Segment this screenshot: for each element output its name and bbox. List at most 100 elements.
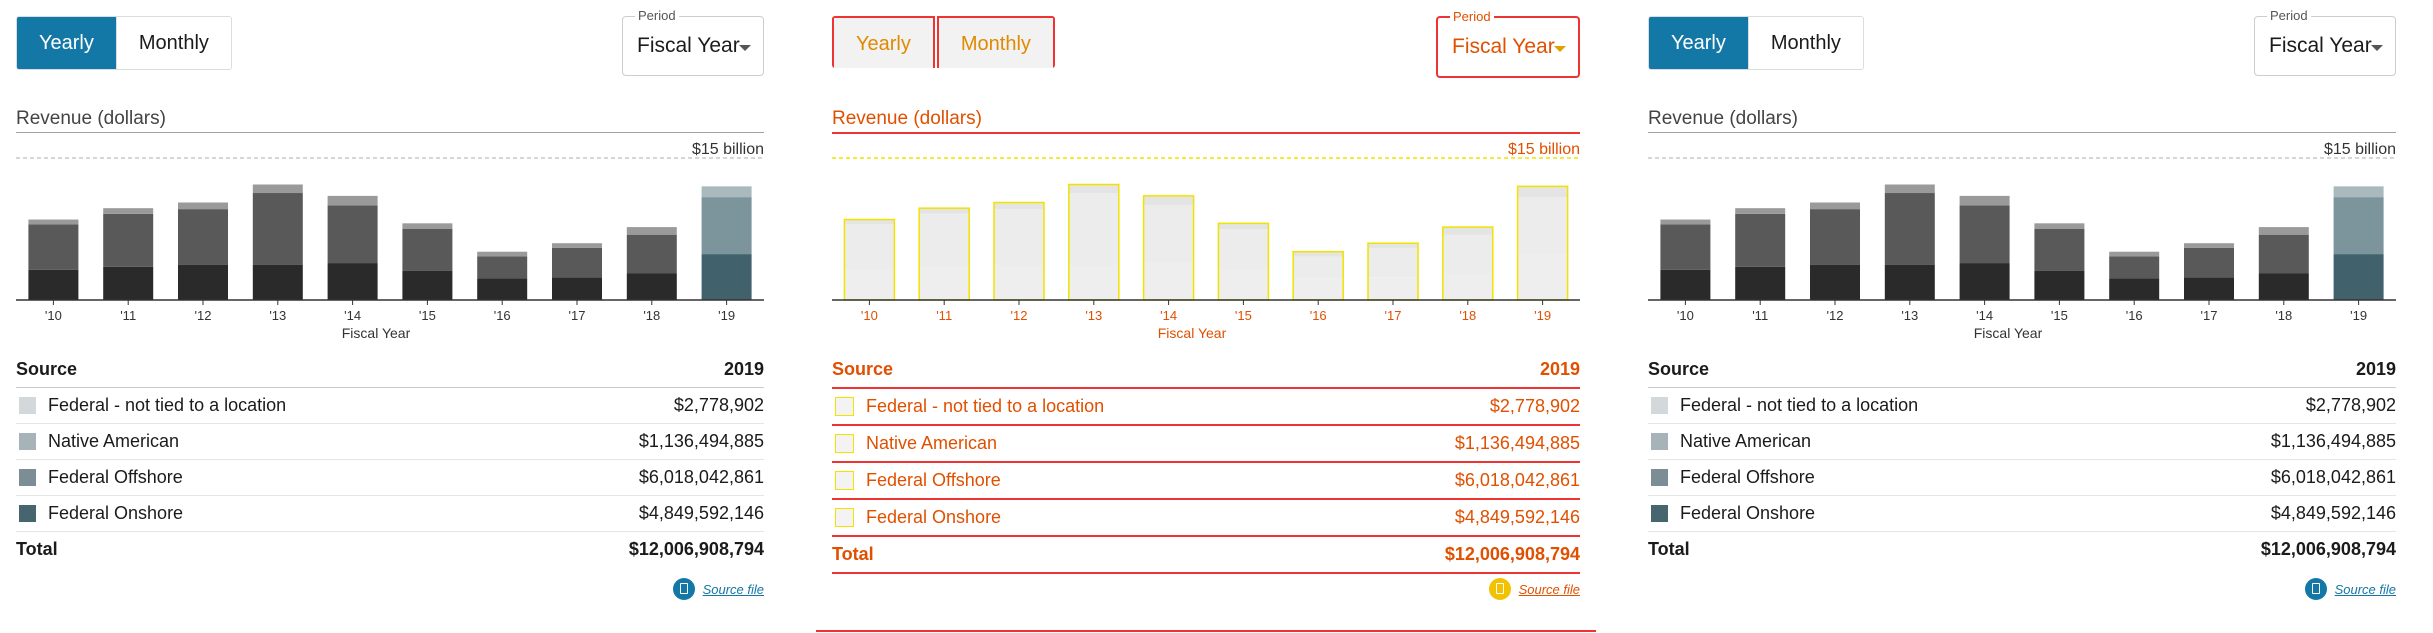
bar-segment[interactable] xyxy=(327,263,378,300)
bar-segment[interactable] xyxy=(327,195,378,206)
monthly-button[interactable]: Monthly xyxy=(115,17,231,69)
bar-segment[interactable] xyxy=(994,202,1044,210)
bar-segment[interactable] xyxy=(1143,263,1194,300)
yearly-button[interactable]: Yearly xyxy=(1649,17,1748,69)
bar-segment[interactable] xyxy=(1959,195,2010,206)
max-value-label: $15 billion xyxy=(2324,141,2396,158)
bar-segment[interactable] xyxy=(252,193,303,265)
bar-segment[interactable] xyxy=(1884,264,1935,300)
bar-segment[interactable] xyxy=(1959,263,2010,300)
bar-segment[interactable] xyxy=(28,269,79,300)
bar-segment[interactable] xyxy=(2184,277,2234,300)
bar-segment[interactable] xyxy=(552,247,602,278)
period-select[interactable]: Period Fiscal Year xyxy=(1436,9,1580,78)
bar-segment[interactable] xyxy=(1660,224,1711,270)
bar-segment[interactable] xyxy=(103,266,154,300)
bar-segment[interactable] xyxy=(252,184,303,194)
bar-segment[interactable] xyxy=(1884,184,1935,194)
bar-segment[interactable] xyxy=(1517,186,1568,198)
bar-segment[interactable] xyxy=(994,264,1044,300)
bar-segment[interactable] xyxy=(1735,213,1786,267)
bar-segment[interactable] xyxy=(2333,186,2384,198)
bar-segment[interactable] xyxy=(2258,227,2309,235)
period-select[interactable]: Period Fiscal Year xyxy=(2254,8,2396,76)
bar-segment[interactable] xyxy=(844,224,895,270)
bar-segment[interactable] xyxy=(2258,273,2309,300)
monthly-button[interactable]: Monthly xyxy=(936,16,1055,68)
bar-segment[interactable] xyxy=(2034,270,2085,300)
bar-segment[interactable] xyxy=(1884,193,1935,265)
bar-segment[interactable] xyxy=(844,269,895,300)
bar-segment[interactable] xyxy=(1068,193,1119,265)
bar-segment[interactable] xyxy=(2184,247,2234,278)
bar-segment[interactable] xyxy=(2109,251,2160,257)
bar-segment[interactable] xyxy=(1143,205,1194,264)
bar-segment[interactable] xyxy=(28,224,79,270)
bar-segment[interactable] xyxy=(919,208,970,214)
bar-segment[interactable] xyxy=(2034,229,2085,271)
bar-segment[interactable] xyxy=(402,223,453,229)
bar-segment[interactable] xyxy=(178,202,228,210)
bar-segment[interactable] xyxy=(1959,205,2010,264)
bar-segment[interactable] xyxy=(701,254,752,300)
source-file-link[interactable]: Source file xyxy=(2304,578,2396,600)
yearly-button[interactable]: Yearly xyxy=(17,17,116,69)
bar-segment[interactable] xyxy=(2333,197,2384,255)
bar-segment[interactable] xyxy=(2109,278,2160,300)
bar-segment[interactable] xyxy=(994,209,1044,265)
bar-segment[interactable] xyxy=(626,227,677,235)
yearly-button[interactable]: Yearly xyxy=(832,16,935,68)
bar-segment[interactable] xyxy=(1218,223,1269,229)
bar-segment[interactable] xyxy=(402,229,453,271)
bar-segment[interactable] xyxy=(477,256,528,279)
bar-segment[interactable] xyxy=(1660,269,1711,300)
bar-segment[interactable] xyxy=(701,186,752,198)
bar-segment[interactable] xyxy=(103,213,154,267)
bar-segment[interactable] xyxy=(252,264,303,300)
bar-segment[interactable] xyxy=(626,234,677,274)
monthly-button[interactable]: Monthly xyxy=(1747,17,1863,69)
bar-segment[interactable] xyxy=(1068,184,1119,194)
bar-segment[interactable] xyxy=(1368,277,1418,300)
bar-segment[interactable] xyxy=(552,243,602,248)
bar-segment[interactable] xyxy=(1368,247,1418,278)
bar-segment[interactable] xyxy=(1442,273,1493,300)
bar-segment[interactable] xyxy=(103,208,154,214)
bar-segment[interactable] xyxy=(1068,264,1119,300)
bar-segment[interactable] xyxy=(1810,209,1860,265)
bar-segment[interactable] xyxy=(1660,219,1711,225)
bar-segment[interactable] xyxy=(1442,234,1493,274)
bar-segment[interactable] xyxy=(626,273,677,300)
bar-segment[interactable] xyxy=(1517,254,1568,300)
bar-segment[interactable] xyxy=(1442,227,1493,235)
bar-segment[interactable] xyxy=(1293,256,1344,279)
bar-segment[interactable] xyxy=(1735,266,1786,300)
bar-segment[interactable] xyxy=(1218,229,1269,271)
bar-segment[interactable] xyxy=(402,270,453,300)
period-select[interactable]: Period Fiscal Year xyxy=(622,8,764,76)
bar-segment[interactable] xyxy=(1810,264,1860,300)
bar-segment[interactable] xyxy=(178,209,228,265)
bar-segment[interactable] xyxy=(2184,243,2234,248)
bar-segment[interactable] xyxy=(327,205,378,264)
bar-segment[interactable] xyxy=(1218,270,1269,300)
bar-segment[interactable] xyxy=(28,219,79,225)
bar-segment[interactable] xyxy=(1735,208,1786,214)
bar-segment[interactable] xyxy=(1517,197,1568,255)
bar-segment[interactable] xyxy=(2258,234,2309,274)
bar-segment[interactable] xyxy=(477,251,528,257)
bar-segment[interactable] xyxy=(919,266,970,300)
bar-segment[interactable] xyxy=(1810,202,1860,210)
bar-segment[interactable] xyxy=(919,213,970,267)
source-file-link[interactable]: Source file xyxy=(672,578,764,600)
bar-segment[interactable] xyxy=(2034,223,2085,229)
bar-segment[interactable] xyxy=(552,277,602,300)
bar-segment[interactable] xyxy=(701,197,752,255)
source-file-link[interactable]: Source file xyxy=(1488,578,1580,600)
bar-segment[interactable] xyxy=(1293,278,1344,300)
bar-segment[interactable] xyxy=(2109,256,2160,279)
bar-segment[interactable] xyxy=(477,278,528,300)
bar-segment[interactable] xyxy=(1143,195,1194,206)
bar-segment[interactable] xyxy=(178,264,228,300)
bar-segment[interactable] xyxy=(2333,254,2384,300)
